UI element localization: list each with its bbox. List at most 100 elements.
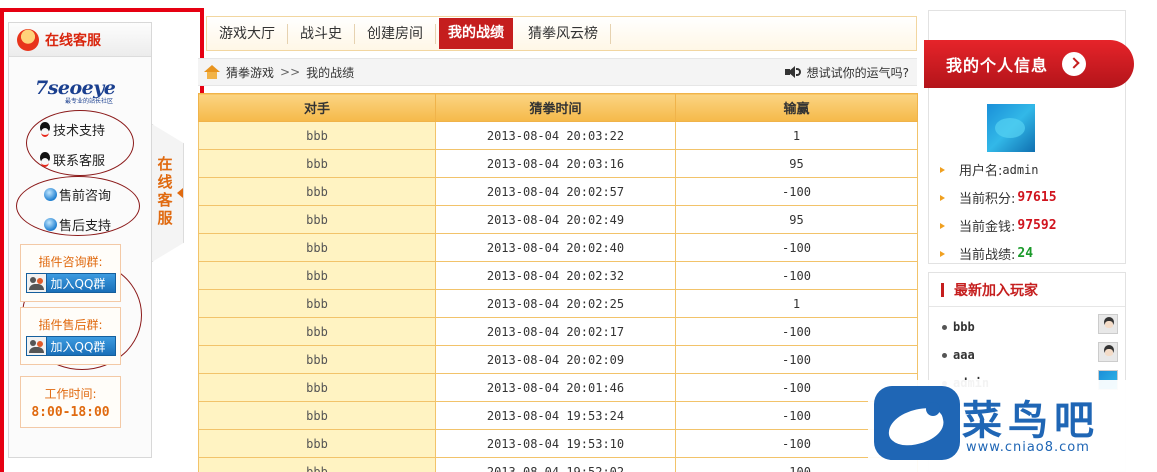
breadcrumb: 猜拳游戏 >> 我的战绩 想试试你的运气吗? bbox=[198, 58, 917, 86]
qq-icon bbox=[38, 151, 52, 168]
cell-time: 2013-08-04 20:02:32 bbox=[435, 261, 676, 290]
table-row: bbb 2013-08-04 20:03:16 95 bbox=[198, 149, 918, 178]
breadcrumb-current: 我的战绩 bbox=[306, 65, 355, 80]
table-row: bbb 2013-08-04 20:02:40 -100 bbox=[198, 233, 918, 262]
cell-opponent: bbb bbox=[198, 289, 436, 318]
aftersale-link[interactable]: 售后支持 bbox=[44, 215, 111, 234]
tab-my-record[interactable]: 我的战绩 bbox=[439, 18, 513, 49]
home-icon bbox=[204, 65, 220, 79]
customer-service-title: 在线客服 bbox=[45, 32, 101, 49]
table-row: bbb 2013-08-04 20:02:49 95 bbox=[198, 205, 918, 234]
tab-game-hall[interactable]: 游戏大厅 bbox=[207, 23, 288, 44]
header-bar bbox=[941, 282, 944, 297]
money-value: 97592 bbox=[1017, 218, 1057, 233]
cell-time: 2013-08-04 20:02:09 bbox=[435, 345, 676, 374]
table-row: bbb 2013-08-04 20:01:46 -100 bbox=[198, 373, 918, 402]
record-value: 24 bbox=[1017, 246, 1034, 261]
player-avatar[interactable] bbox=[1098, 314, 1118, 334]
try-luck-link[interactable]: 想试试你的运气吗? bbox=[784, 64, 909, 81]
side-tab-label: 在线客服 bbox=[157, 155, 173, 227]
table-row: bbb 2013-08-04 20:02:32 -100 bbox=[198, 261, 918, 290]
table-row: bbb 2013-08-04 20:02:25 1 bbox=[198, 289, 918, 318]
cell-result: -100 bbox=[675, 177, 918, 206]
cell-result: -100 bbox=[675, 261, 918, 290]
money-label: 当前金钱: bbox=[959, 220, 1016, 235]
table-row: bbb 2013-08-04 19:53:10 -100 bbox=[198, 429, 918, 458]
contact-service-link[interactable]: 联系客服 bbox=[38, 150, 105, 169]
table-row: bbb 2013-08-04 20:02:57 -100 bbox=[198, 177, 918, 206]
new-players-header: 最新加入玩家 bbox=[929, 273, 1125, 307]
collapse-arrow-icon[interactable] bbox=[177, 188, 183, 198]
tab-create-room[interactable]: 创建房间 bbox=[355, 23, 436, 44]
cell-opponent: bbb bbox=[198, 429, 436, 458]
join-qq-group-button[interactable]: 加入QQ群 bbox=[25, 336, 116, 356]
cell-result: 95 bbox=[675, 205, 918, 234]
bullet-icon bbox=[940, 194, 945, 201]
cell-opponent: bbb bbox=[198, 261, 436, 290]
qq-group-icon bbox=[26, 274, 47, 292]
profile-title: 我的个人信息 bbox=[946, 56, 1049, 75]
record-label: 当前战绩: bbox=[959, 248, 1016, 263]
table-row: bbb 2013-08-04 20:03:22 1 bbox=[198, 121, 918, 150]
tab-battle-history[interactable]: 战斗史 bbox=[288, 23, 355, 44]
site-logo[interactable]: 7seoeye 最专业的站长社区 bbox=[35, 77, 125, 107]
cell-time: 2013-08-04 19:53:24 bbox=[435, 401, 676, 430]
table-row: bbb 2013-08-04 20:02:09 -100 bbox=[198, 345, 918, 374]
cell-time: 2013-08-04 20:02:25 bbox=[435, 289, 676, 318]
column-header-result: 输赢 bbox=[675, 93, 918, 122]
aftersale-group-label: 插件售后群: bbox=[38, 318, 103, 332]
tech-support-link[interactable]: 技术支持 bbox=[38, 120, 105, 139]
bullet-icon bbox=[940, 166, 945, 173]
presale-label: 售前咨询 bbox=[59, 189, 112, 204]
join-qq-group-label: 加入QQ群 bbox=[50, 339, 106, 354]
table-header-row: 对手 猜拳时间 输赢 bbox=[198, 93, 918, 122]
points-row: 当前积分: 97615 bbox=[940, 188, 1057, 207]
aftersale-group-box: 插件售后群: 加入QQ群 bbox=[20, 307, 121, 365]
bullet-icon bbox=[940, 222, 945, 229]
work-hours-box: 工作时间: 8:00-18:00 bbox=[20, 376, 121, 428]
watermark-url: www.cniao8.com bbox=[966, 440, 1090, 455]
points-label: 当前积分: bbox=[959, 192, 1016, 207]
bird-logo-icon bbox=[874, 386, 960, 460]
cell-time: 2013-08-04 19:53:10 bbox=[435, 429, 676, 458]
tech-support-label: 技术支持 bbox=[53, 124, 106, 139]
cell-time: 2013-08-04 20:02:57 bbox=[435, 177, 676, 206]
join-qq-group-button[interactable]: 加入QQ群 bbox=[25, 273, 116, 293]
breadcrumb-home-link[interactable]: 猜拳游戏 bbox=[226, 64, 274, 81]
column-header-time: 猜拳时间 bbox=[435, 93, 676, 122]
cell-time: 2013-08-04 20:01:46 bbox=[435, 373, 676, 402]
contact-service-label: 联系客服 bbox=[53, 154, 106, 169]
speaker-icon bbox=[784, 66, 801, 78]
bullet-icon bbox=[940, 250, 945, 257]
cell-result: -100 bbox=[675, 345, 918, 374]
cell-opponent: bbb bbox=[198, 317, 436, 346]
presale-link[interactable]: 售前咨询 bbox=[44, 185, 111, 204]
cell-result: 1 bbox=[675, 121, 918, 150]
arrow-right-icon[interactable] bbox=[1062, 52, 1087, 76]
avatar[interactable] bbox=[987, 104, 1035, 152]
tab-leaderboard[interactable]: 猜拳风云榜 bbox=[516, 23, 611, 44]
work-hours-label: 工作时间: bbox=[44, 387, 97, 401]
consult-group-label: 插件咨询群: bbox=[38, 255, 103, 269]
cell-opponent: bbb bbox=[198, 121, 436, 150]
consult-group-box: 插件咨询群: 加入QQ群 bbox=[20, 244, 121, 302]
points-value: 97615 bbox=[1017, 190, 1057, 205]
list-item[interactable]: aaa bbox=[942, 348, 975, 362]
table-row: bbb 2013-08-04 20:02:17 -100 bbox=[198, 317, 918, 346]
cell-opponent: bbb bbox=[198, 345, 436, 374]
aftersale-label: 售后支持 bbox=[59, 219, 112, 234]
join-qq-group-label: 加入QQ群 bbox=[50, 276, 106, 291]
cell-time: 2013-08-04 20:03:16 bbox=[435, 149, 676, 178]
column-header-opponent: 对手 bbox=[198, 93, 436, 122]
cell-time: 2013-08-04 19:52:02 bbox=[435, 457, 676, 472]
cell-opponent: bbb bbox=[198, 373, 436, 402]
customer-service-header: 在线客服 bbox=[9, 23, 151, 57]
bullet-icon bbox=[942, 352, 947, 358]
cell-result: 95 bbox=[675, 149, 918, 178]
cell-opponent: bbb bbox=[198, 233, 436, 262]
player-avatar[interactable] bbox=[1098, 342, 1118, 362]
service-avatar-icon bbox=[17, 28, 39, 51]
breadcrumb-separator: >> bbox=[280, 65, 301, 79]
list-item[interactable]: bbb bbox=[942, 320, 975, 334]
profile-banner[interactable]: 我的个人信息 bbox=[924, 40, 1134, 88]
